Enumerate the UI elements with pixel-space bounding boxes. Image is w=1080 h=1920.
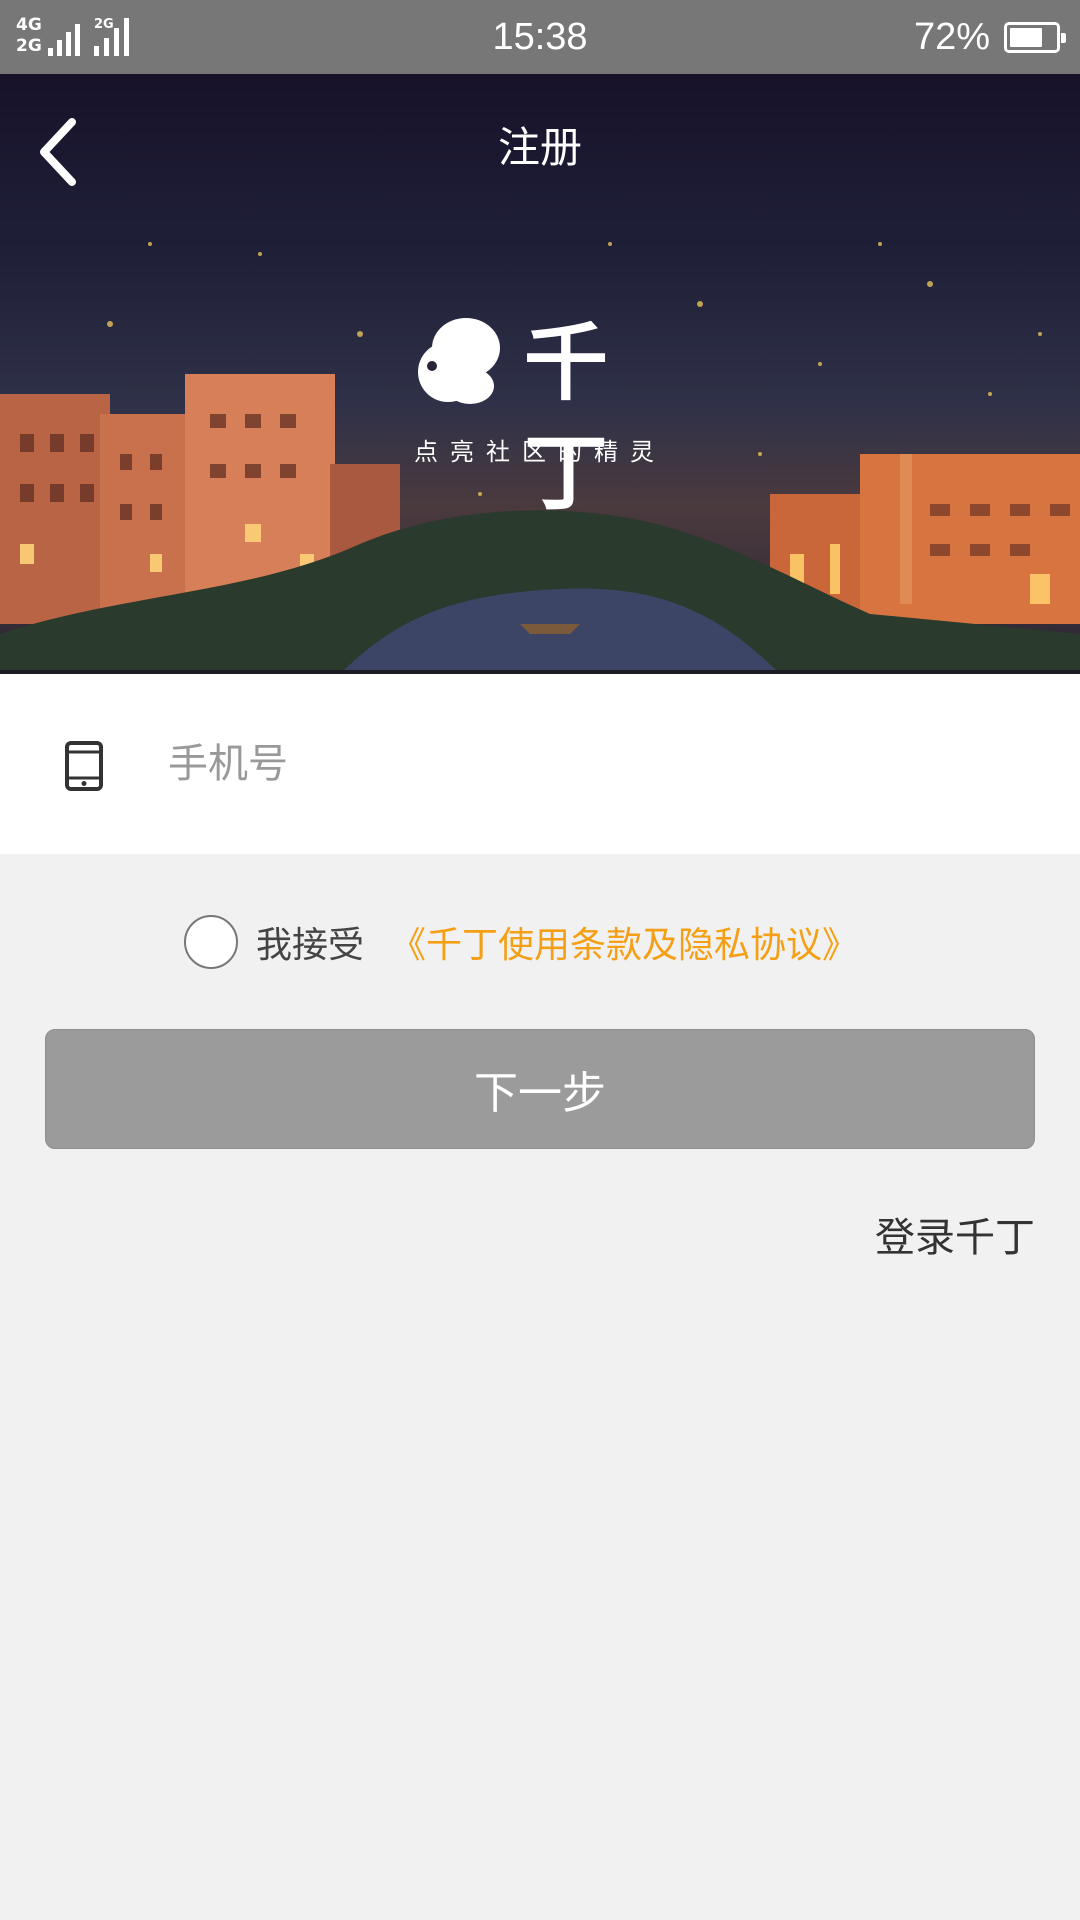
agreement-row: 我接受 《千丁使用条款及隐私协议》 [184,912,858,972]
brand-slogan: 点亮社区的精灵 [414,438,666,466]
agree-label: 我接受 [256,925,365,966]
agree-radio[interactable] [184,915,238,969]
sprite-logo-icon [418,318,500,404]
brand-name: 千丁 [524,314,613,522]
phone-number-input[interactable] [166,714,1026,814]
login-link[interactable]: 登录千丁 [875,1205,1035,1263]
brand-logo: 千丁 [412,308,672,522]
battery-percent: 72% [913,16,990,58]
page-title: 注册 [497,123,582,172]
battery-icon [1004,22,1066,53]
phone-input-row [0,674,1080,854]
terms-privacy-link[interactable]: 《千丁使用条款及隐私协议》 [390,916,858,968]
mobile-phone-icon [65,741,103,791]
header-banner: 注册 千丁 点亮社区的精灵 [0,74,1080,674]
next-step-button[interactable]: 下一步 [45,1029,1035,1149]
status-bar: 4G 2G 2G 15:38 72% [0,0,1080,74]
